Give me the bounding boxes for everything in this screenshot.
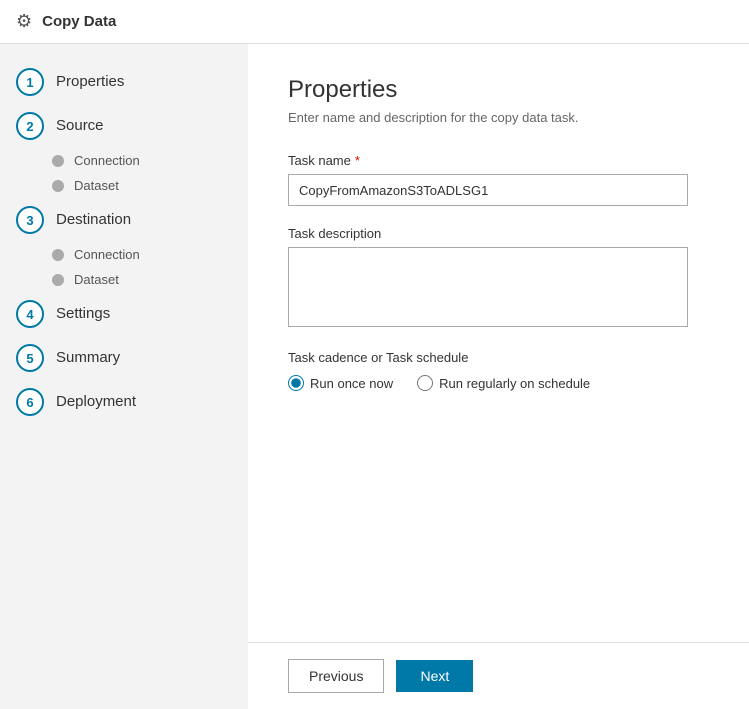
step-label-5: Summary <box>56 344 120 372</box>
destination-connection-label: Connection <box>74 247 140 262</box>
source-connection-label: Connection <box>74 153 140 168</box>
required-star: * <box>355 153 360 168</box>
content-panel: Properties Enter name and description fo… <box>248 44 749 709</box>
task-description-input[interactable] <box>288 247 688 327</box>
radio-run-once[interactable]: Run once now <box>288 375 393 391</box>
task-description-label: Task description <box>288 226 709 241</box>
step-label-2: Source <box>56 112 104 140</box>
destination-subitems: Connection Dataset <box>0 242 248 292</box>
step-label-6: Deployment <box>56 388 136 416</box>
sidebar-item-source[interactable]: 2 Source <box>0 104 248 148</box>
previous-button[interactable]: Previous <box>288 659 384 693</box>
destination-dataset-item[interactable]: Dataset <box>44 267 248 292</box>
radio-group-schedule: Run once now Run regularly on schedule <box>288 375 709 391</box>
step-circle-4: 4 <box>16 300 44 328</box>
source-connection-dot <box>52 155 64 167</box>
page-subtitle: Enter name and description for the copy … <box>288 110 709 125</box>
footer: Previous Next <box>248 642 749 709</box>
step-circle-6: 6 <box>16 388 44 416</box>
radio-run-regularly-label: Run regularly on schedule <box>439 376 590 391</box>
next-button[interactable]: Next <box>396 660 473 692</box>
task-name-label: Task name * <box>288 153 709 168</box>
destination-dataset-label: Dataset <box>74 272 119 287</box>
task-name-input[interactable] <box>288 174 688 206</box>
radio-run-regularly-input[interactable] <box>417 375 433 391</box>
destination-dataset-dot <box>52 274 64 286</box>
step-label-3: Destination <box>56 206 131 234</box>
app-title: Copy Data <box>42 13 116 30</box>
step-circle-1: 1 <box>16 68 44 96</box>
sidebar-item-properties[interactable]: 1 Properties <box>0 60 248 104</box>
destination-connection-dot <box>52 249 64 261</box>
radio-run-regularly[interactable]: Run regularly on schedule <box>417 375 590 391</box>
sidebar-item-summary[interactable]: 5 Summary <box>0 336 248 380</box>
schedule-label: Task cadence or Task schedule <box>288 350 709 365</box>
source-dataset-item[interactable]: Dataset <box>44 173 248 198</box>
source-dataset-label: Dataset <box>74 178 119 193</box>
content-inner: Properties Enter name and description fo… <box>248 44 749 642</box>
top-bar: ⚙ Copy Data <box>0 0 749 44</box>
copy-data-icon: ⚙ <box>16 11 32 32</box>
step-circle-3: 3 <box>16 206 44 234</box>
destination-connection-item[interactable]: Connection <box>44 242 248 267</box>
step-label-4: Settings <box>56 300 110 328</box>
sidebar-item-destination[interactable]: 3 Destination <box>0 198 248 242</box>
source-dataset-dot <box>52 180 64 192</box>
page-title: Properties <box>288 76 709 104</box>
source-connection-item[interactable]: Connection <box>44 148 248 173</box>
sidebar: 1 Properties 2 Source Connection Dataset… <box>0 44 248 709</box>
step-label-1: Properties <box>56 68 124 96</box>
radio-run-once-label: Run once now <box>310 376 393 391</box>
radio-run-once-input[interactable] <box>288 375 304 391</box>
step-circle-5: 5 <box>16 344 44 372</box>
step-circle-2: 2 <box>16 112 44 140</box>
main-layout: 1 Properties 2 Source Connection Dataset… <box>0 44 749 709</box>
sidebar-item-settings[interactable]: 4 Settings <box>0 292 248 336</box>
source-subitems: Connection Dataset <box>0 148 248 198</box>
sidebar-item-deployment[interactable]: 6 Deployment <box>0 380 248 424</box>
